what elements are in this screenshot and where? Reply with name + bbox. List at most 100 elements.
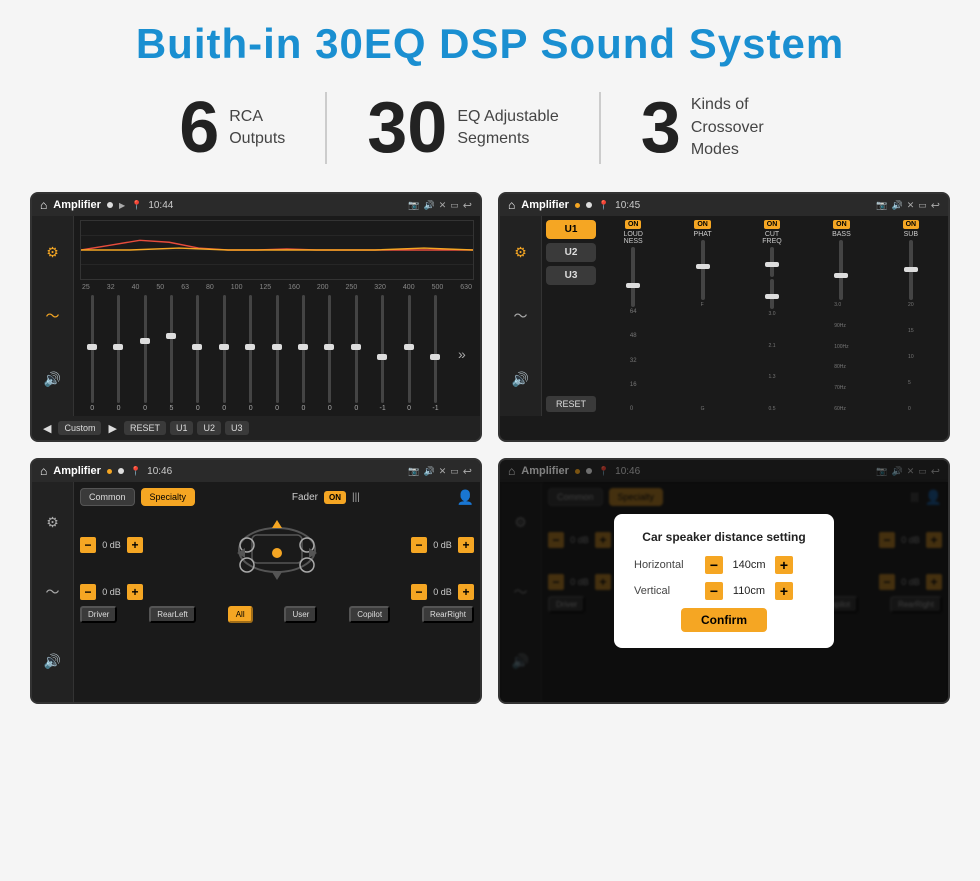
xo-u1-btn[interactable]: U1 bbox=[546, 220, 596, 239]
xo-u3-btn[interactable]: U3 bbox=[546, 266, 596, 285]
fader-wave-icon[interactable]: 〜 bbox=[46, 582, 60, 602]
eq-slider-3[interactable]: 0 bbox=[133, 295, 157, 412]
fader-minus-3[interactable]: − bbox=[80, 584, 96, 600]
screen-fader: ⌂ Amplifier 📍 10:46 📷 🔊 ✕ ▭ ↩ ⚙ 〜 🔊 bbox=[30, 458, 482, 704]
eq-u1-btn[interactable]: U1 bbox=[170, 421, 194, 435]
home-icon2[interactable]: ⌂ bbox=[508, 198, 515, 212]
home-icon[interactable]: ⌂ bbox=[40, 198, 47, 212]
xo-slider-bass[interactable] bbox=[839, 240, 843, 300]
eq-slider-7[interactable]: 0 bbox=[238, 295, 262, 412]
xo-label-phat: PHAT bbox=[694, 231, 712, 238]
xo-u2-btn[interactable]: U2 bbox=[546, 243, 596, 262]
xo-on-5: ON bbox=[903, 220, 920, 229]
stats-row: 6 RCAOutputs 30 EQ AdjustableSegments 3 … bbox=[30, 92, 950, 164]
status-dot1 bbox=[107, 202, 113, 208]
xo-channel-cutfreq: ON CUTFREQ 3.02.11.30.5 bbox=[739, 220, 805, 412]
eq-speaker-icon[interactable]: 🔊 bbox=[44, 371, 61, 388]
crossover-content: ⚙ 〜 🔊 U1 U2 U3 RESET ON LOUDNESS bbox=[500, 216, 948, 416]
back-icon3[interactable]: ↩ bbox=[463, 465, 472, 478]
volume-icon1: 🔊 bbox=[424, 200, 435, 211]
eq-u3-btn[interactable]: U3 bbox=[225, 421, 249, 435]
fader-label: Fader bbox=[292, 492, 318, 503]
dialog-h-minus[interactable]: − bbox=[705, 556, 723, 574]
eq-more-icon[interactable]: » bbox=[450, 295, 474, 412]
xo-label-sub: SUB bbox=[904, 231, 918, 238]
eq-prev-icon[interactable]: ◀ bbox=[40, 422, 54, 435]
xo-reset-btn[interactable]: RESET bbox=[546, 396, 596, 412]
eq-slider-9[interactable]: 0 bbox=[291, 295, 315, 412]
dialog-v-plus[interactable]: + bbox=[775, 582, 793, 600]
eq-slider-6[interactable]: 0 bbox=[212, 295, 236, 412]
xo-filter-icon[interactable]: ⚙ bbox=[514, 244, 527, 261]
eq-slider-5[interactable]: 0 bbox=[186, 295, 210, 412]
back-icon2[interactable]: ↩ bbox=[931, 199, 940, 212]
eq-main-area: 253240506380 100125160200250320 40050063… bbox=[74, 216, 480, 416]
fader-all-btn[interactable]: All bbox=[228, 606, 253, 623]
volume-icon2: 🔊 bbox=[892, 200, 903, 211]
fader-minus-4[interactable]: − bbox=[411, 584, 427, 600]
fader-copilot-btn[interactable]: Copilot bbox=[349, 606, 390, 623]
eq-slider-4[interactable]: 5 bbox=[159, 295, 183, 412]
xo-slider-cut1[interactable] bbox=[770, 247, 774, 277]
fader-minus-1[interactable]: − bbox=[80, 537, 96, 553]
fader-rearleft-btn[interactable]: RearLeft bbox=[149, 606, 196, 623]
screen1-title: Amplifier bbox=[53, 199, 101, 211]
screen3-time: 10:46 bbox=[147, 466, 172, 477]
fader-filter-icon[interactable]: ⚙ bbox=[46, 514, 59, 531]
xo-slider-phat[interactable] bbox=[701, 240, 705, 300]
dialog-h-plus[interactable]: + bbox=[775, 556, 793, 574]
loc-icon1: 📍 bbox=[131, 200, 142, 211]
xo-label-loudness: LOUDNESS bbox=[623, 231, 642, 245]
eq-reset-btn[interactable]: RESET bbox=[124, 421, 166, 435]
xo-wave-icon[interactable]: 〜 bbox=[514, 306, 528, 326]
dialog-box: Car speaker distance setting Horizontal … bbox=[614, 514, 834, 648]
eq-slider-10[interactable]: 0 bbox=[318, 295, 342, 412]
xo-channels: ON LOUDNESS 644832160 ON PHAT bbox=[600, 220, 944, 412]
dialog-vertical-label: Vertical bbox=[634, 585, 699, 597]
fader-plus-1[interactable]: + bbox=[127, 537, 143, 553]
dialog-confirm-btn[interactable]: Confirm bbox=[681, 608, 767, 632]
eq-filter-icon[interactable]: ⚙ bbox=[46, 244, 59, 261]
eq-slider-1[interactable]: 0 bbox=[80, 295, 104, 412]
eq-wave-icon[interactable]: 〜 bbox=[46, 306, 60, 326]
xo-slider-cut2[interactable] bbox=[770, 279, 774, 309]
dialog-h-val: 140cm bbox=[729, 559, 769, 571]
dialog-v-minus[interactable]: − bbox=[705, 582, 723, 600]
xo-slider-loudness[interactable] bbox=[631, 247, 635, 307]
dialog-overlay: Car speaker distance setting Horizontal … bbox=[500, 460, 948, 702]
home-icon3[interactable]: ⌂ bbox=[40, 464, 47, 478]
eq-u2-btn[interactable]: U2 bbox=[197, 421, 221, 435]
fader-speaker-icon[interactable]: 🔊 bbox=[44, 653, 61, 670]
stat-number-3: 3 bbox=[641, 92, 681, 164]
fader-common-tab[interactable]: Common bbox=[80, 488, 135, 506]
fader-driver-btn[interactable]: Driver bbox=[80, 606, 117, 623]
fader-plus-3[interactable]: + bbox=[127, 584, 143, 600]
xo-slider-sub[interactable] bbox=[909, 240, 913, 300]
fader-db-right-bottom: − 0 dB + bbox=[411, 584, 474, 600]
fader-plus-4[interactable]: + bbox=[458, 584, 474, 600]
fader-plus-2[interactable]: + bbox=[458, 537, 474, 553]
play-icon[interactable]: ▶ bbox=[119, 201, 125, 210]
eq-slider-14[interactable]: -1 bbox=[423, 295, 447, 412]
eq-custom-btn[interactable]: Custom bbox=[58, 421, 101, 435]
eq-slider-2[interactable]: 0 bbox=[106, 295, 130, 412]
xo-speaker-icon[interactable]: 🔊 bbox=[512, 371, 529, 388]
fader-specialty-tab[interactable]: Specialty bbox=[141, 488, 196, 506]
fader-bars: ||| bbox=[352, 492, 360, 503]
fader-db-val-2: 0 dB bbox=[430, 540, 455, 550]
fader-main: Common Specialty Fader ON ||| 👤 − 0 dB + bbox=[74, 482, 480, 702]
fader-minus-2[interactable]: − bbox=[411, 537, 427, 553]
eq-next-icon[interactable]: ▶ bbox=[105, 422, 119, 435]
eq-slider-11[interactable]: 0 bbox=[344, 295, 368, 412]
dialog-vertical-row: Vertical − 110cm + bbox=[634, 582, 814, 600]
fader-rearright-btn[interactable]: RearRight bbox=[422, 606, 474, 623]
eq-slider-8[interactable]: 0 bbox=[265, 295, 289, 412]
eq-bottom-bar: ◀ Custom ▶ RESET U1 U2 U3 bbox=[32, 416, 480, 440]
fader-db-val-3: 0 dB bbox=[99, 587, 124, 597]
fader-user-btn[interactable]: User bbox=[284, 606, 317, 623]
screen3-topbar: ⌂ Amplifier 📍 10:46 📷 🔊 ✕ ▭ ↩ bbox=[32, 460, 480, 482]
eq-slider-13[interactable]: 0 bbox=[397, 295, 421, 412]
stat-number-30: 30 bbox=[367, 92, 447, 164]
back-icon1[interactable]: ↩ bbox=[463, 199, 472, 212]
eq-slider-12[interactable]: -1 bbox=[370, 295, 394, 412]
